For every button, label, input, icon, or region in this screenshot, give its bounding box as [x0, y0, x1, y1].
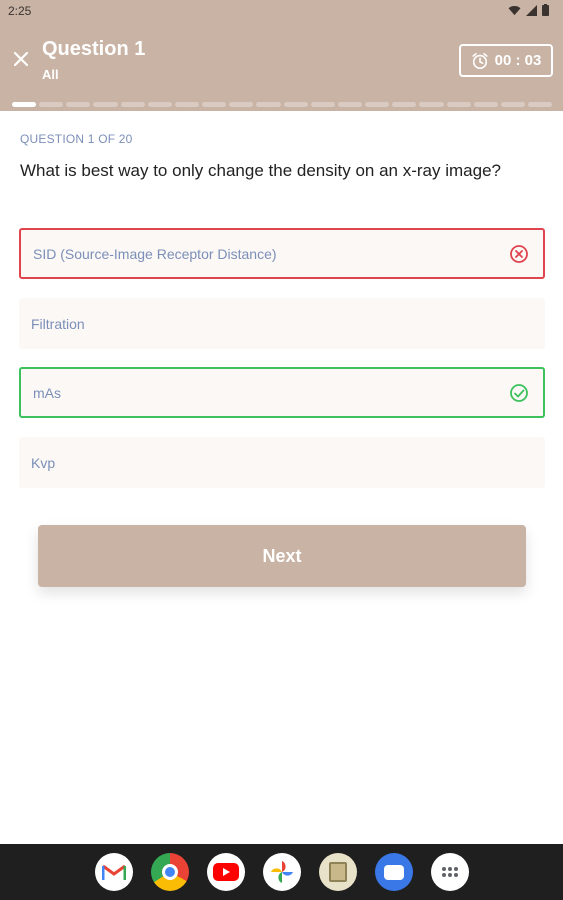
timer: 00 : 03 [459, 44, 553, 77]
battery-icon [542, 4, 549, 16]
answer-option-label: Kvp [31, 454, 56, 471]
timer-value: 00 : 03 [494, 52, 542, 69]
chrome-icon[interactable] [151, 853, 189, 891]
progress-segment [120, 102, 145, 107]
status-time: 2:25 [8, 4, 32, 18]
status-icons [508, 4, 549, 16]
close-button[interactable] [10, 48, 32, 70]
progress-segment [39, 102, 64, 107]
question-counter: QUESTION 1 OF 20 [20, 132, 133, 146]
wrong-answer-icon [510, 244, 528, 263]
messages-icon[interactable] [375, 853, 413, 891]
signal-icon [526, 4, 537, 16]
wifi-icon [508, 5, 521, 15]
app-drawer-icon[interactable] [431, 853, 469, 891]
category-subtitle: All [42, 67, 59, 82]
answer-option-1[interactable]: SID (Source-Image Receptor Distance) [19, 228, 545, 279]
system-dock [0, 844, 563, 900]
youtube-icon[interactable] [207, 853, 245, 891]
files-icon[interactable] [319, 853, 357, 891]
answer-option-label: mAs [33, 384, 61, 401]
progress-segment [93, 102, 118, 107]
progress-segment [229, 102, 254, 107]
answer-option-3[interactable]: mAs [19, 367, 545, 418]
progress-segment [147, 102, 172, 107]
question-progress [12, 102, 553, 107]
gmail-icon[interactable] [95, 853, 133, 891]
answer-option-4[interactable]: Kvp [19, 437, 545, 488]
progress-segment [500, 102, 525, 107]
correct-answer-icon [510, 383, 528, 402]
progress-segment [365, 102, 390, 107]
page-title: Question 1 [42, 38, 146, 60]
progress-segment [392, 102, 417, 107]
progress-segment [256, 102, 281, 107]
close-icon [13, 51, 29, 67]
progress-segment [283, 102, 308, 107]
answer-option-2[interactable]: Filtration [19, 298, 545, 349]
progress-segment [446, 102, 471, 107]
next-button[interactable]: Next [38, 525, 526, 587]
progress-segment [202, 102, 227, 107]
app-header: 2:25 Question 1 All 00 : 03 [0, 0, 563, 111]
alarm-clock-icon [472, 52, 488, 69]
answer-option-label: Filtration [31, 315, 85, 332]
progress-segment [12, 102, 37, 107]
progress-segment [310, 102, 335, 107]
progress-segment [473, 102, 498, 107]
progress-segment [419, 102, 444, 107]
progress-segment [174, 102, 200, 107]
answer-option-label: SID (Source-Image Receptor Distance) [33, 245, 277, 262]
progress-segment [337, 102, 363, 107]
question-text: What is best way to only change the dens… [20, 161, 501, 180]
photos-icon[interactable] [263, 853, 301, 891]
status-bar: 2:25 [0, 0, 563, 24]
progress-segment [66, 102, 91, 107]
progress-segment [527, 102, 553, 107]
